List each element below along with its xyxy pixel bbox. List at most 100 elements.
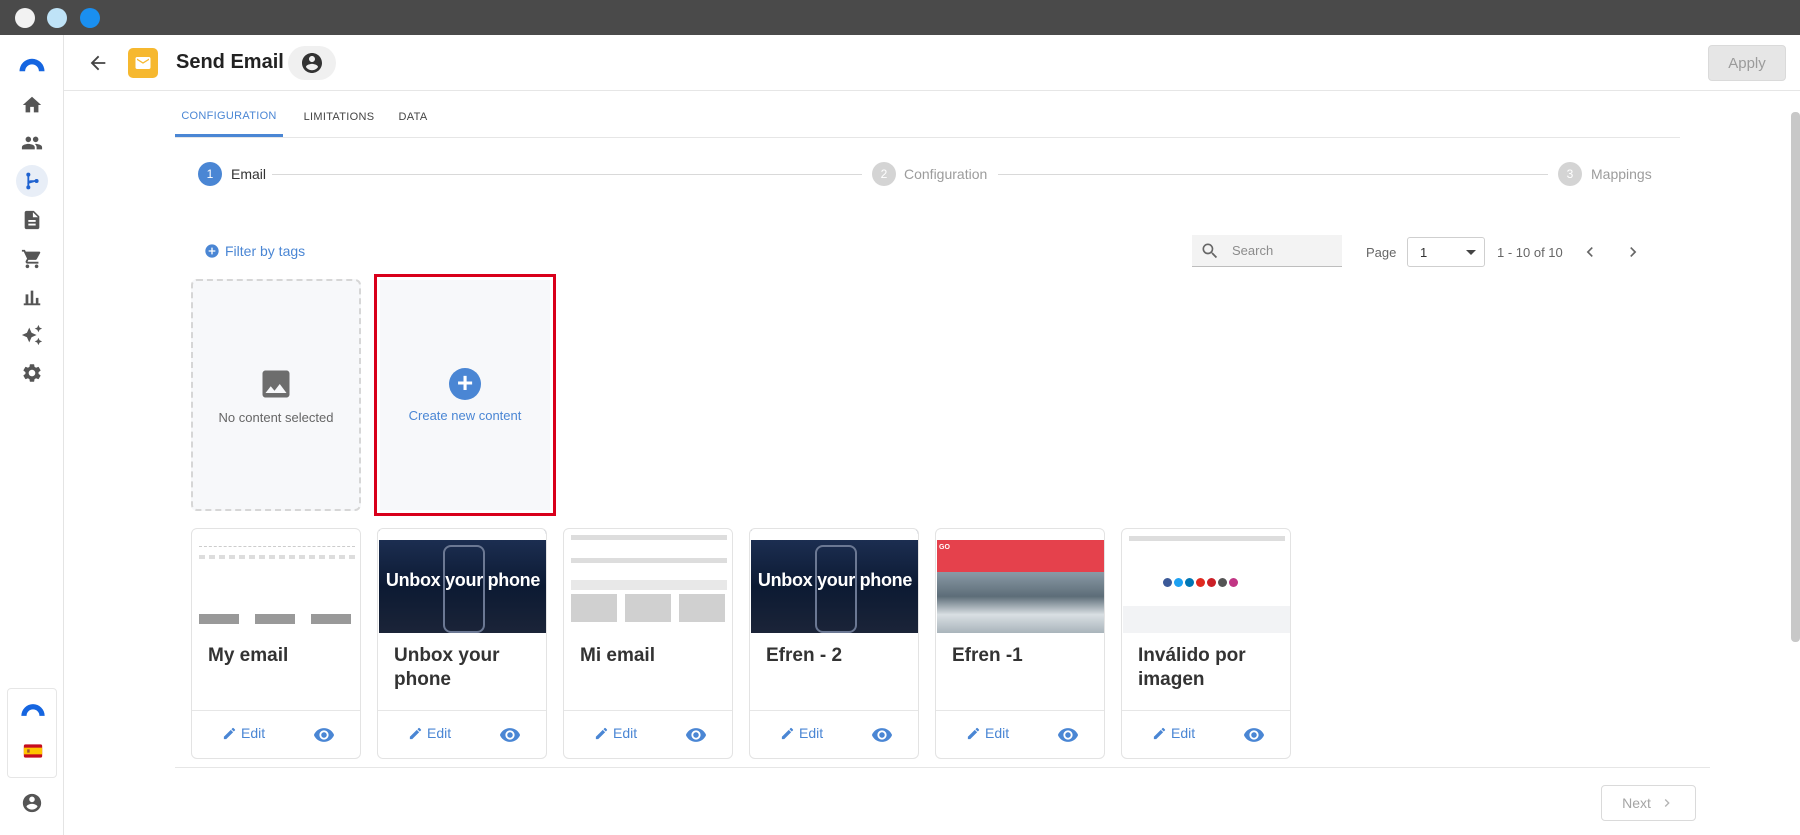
pencil-icon (223, 727, 236, 739)
content-icon[interactable] (16, 204, 48, 236)
chevron-right-icon (1630, 247, 1637, 257)
back-button[interactable] (82, 47, 114, 79)
owner-avatar-button[interactable] (288, 46, 336, 80)
content-thumbnail (1123, 530, 1290, 633)
content-thumbnail: Unbox your phone (751, 530, 918, 633)
pencil-icon (781, 727, 794, 739)
image-icon (262, 370, 290, 397)
caret-down-icon (1466, 249, 1476, 255)
content-card[interactable]: Unbox your phone Unbox your phone Edit (377, 528, 547, 759)
preview-button[interactable] (1242, 723, 1266, 747)
analytics-icon[interactable] (16, 281, 48, 313)
banner-graphic (937, 540, 1104, 572)
content-card[interactable]: GO Efren -1 Edit (935, 528, 1105, 759)
preview-button[interactable] (498, 723, 522, 747)
create-new-content-card[interactable]: + Create new content (374, 274, 556, 516)
next-button[interactable]: Next (1601, 785, 1696, 821)
edit-label: Edit (985, 725, 1010, 741)
no-content-placeholder: No content selected (191, 279, 361, 511)
spain-flag-icon[interactable] (17, 735, 49, 767)
card-actions: Edit (1122, 710, 1290, 758)
preview-button[interactable] (870, 723, 894, 747)
content-card[interactable]: Unbox your phone Efren - 2 Edit (749, 528, 919, 759)
next-page-button[interactable] (1621, 240, 1645, 264)
page-title: Send Email (176, 51, 284, 73)
app-logo-icon[interactable] (16, 49, 48, 81)
previous-page-button[interactable] (1578, 240, 1602, 264)
edit-label: Edit (799, 725, 824, 741)
content-card[interactable]: My email Edit (191, 528, 361, 759)
step-2-number: 2 (872, 162, 896, 186)
card-title: Inválido por imagen (1138, 645, 1246, 690)
preview-button[interactable] (312, 723, 336, 747)
user-circle-icon (302, 53, 322, 73)
search-input[interactable] (1232, 243, 1332, 258)
tab-configuration[interactable]: CONFIGURATION (175, 97, 283, 137)
page-select[interactable]: 1 (1407, 237, 1485, 267)
vertical-scrollbar[interactable] (1791, 112, 1800, 642)
cart-icon[interactable] (16, 243, 48, 275)
content-card[interactable]: Inválido por imagen Edit (1121, 528, 1291, 759)
eye-icon (871, 728, 893, 742)
journeys-icon[interactable] (16, 165, 48, 197)
ai-sparkle-icon[interactable] (16, 319, 48, 351)
step-2-label: Configuration (904, 166, 988, 182)
step-connector (998, 174, 1548, 175)
pencil-icon (409, 727, 422, 739)
step-3-number: 3 (1558, 162, 1582, 186)
chevron-left-icon (1586, 247, 1593, 257)
apply-button[interactable]: Apply (1708, 45, 1786, 81)
filter-by-tags-link[interactable]: Filter by tags (204, 243, 305, 259)
sidebar-bottom-panel (7, 688, 57, 778)
content-thumbnail: GO (937, 530, 1104, 633)
window-control-close[interactable] (15, 8, 35, 28)
create-new-content-body[interactable]: + Create new content (380, 280, 550, 510)
add-icon: + (449, 367, 481, 400)
edit-button[interactable]: Edit (222, 725, 265, 741)
preview-button[interactable] (684, 723, 708, 747)
content-thumbnail: Unbox your phone (379, 530, 546, 633)
step-1-number: 1 (198, 162, 222, 186)
account-icon[interactable] (16, 787, 48, 819)
content-thumbnail (565, 530, 732, 633)
step-3-label: Mappings (1591, 166, 1652, 182)
eye-icon (1057, 728, 1079, 742)
card-title: My email (208, 645, 289, 666)
page-label: Page (1366, 245, 1397, 260)
card-title: Mi email (580, 645, 655, 666)
email-action-icon (128, 48, 158, 78)
social-icons (1163, 578, 1238, 587)
search-field[interactable] (1192, 235, 1342, 267)
no-content-label: No content selected (218, 409, 334, 425)
home-icon[interactable] (16, 89, 48, 121)
edit-label: Edit (427, 725, 452, 741)
pencil-icon (595, 727, 608, 739)
card-actions: Edit (750, 710, 918, 758)
stepper: 1 Email 2 Configuration 3 Mappings (198, 162, 1652, 186)
tab-limitations[interactable]: LIMITATIONS (287, 97, 391, 137)
page-select-value: 1 (1420, 244, 1428, 260)
add-circle-icon (205, 244, 219, 258)
step-1-label: Email (231, 166, 267, 182)
settings-gear-icon[interactable] (16, 357, 48, 389)
preview-button[interactable] (1056, 723, 1080, 747)
window-control-maximize[interactable] (80, 8, 100, 28)
search-icon (1202, 243, 1218, 258)
tab-data[interactable]: DATA (381, 97, 445, 137)
eye-icon (685, 728, 707, 742)
content-card[interactable]: Mi email Edit (563, 528, 733, 759)
sidebar (0, 35, 64, 835)
app-logo-small-icon[interactable] (17, 694, 49, 726)
banner-logo: GO (939, 544, 950, 551)
window-control-minimize[interactable] (47, 8, 67, 28)
edit-button[interactable]: Edit (408, 725, 451, 741)
edit-button[interactable]: Edit (780, 725, 823, 741)
content-thumbnail (193, 530, 360, 633)
edit-button[interactable]: Edit (1152, 725, 1195, 741)
edit-button[interactable]: Edit (966, 725, 1009, 741)
edit-button[interactable]: Edit (594, 725, 637, 741)
thumbnail-text: Unbox your phone (757, 570, 913, 590)
users-icon[interactable] (16, 127, 48, 159)
edit-label: Edit (1171, 725, 1196, 741)
card-actions: Edit (936, 710, 1104, 758)
